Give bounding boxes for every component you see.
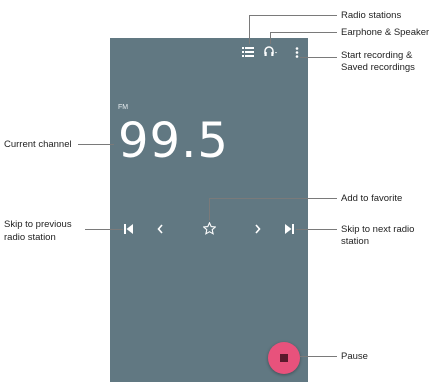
skip-previous-icon[interactable]: [124, 224, 133, 234]
callout-line-recording: [300, 57, 337, 58]
callout-line-current-channel: [78, 144, 114, 145]
callout-earphone-speaker: Earphone & Speaker: [341, 27, 430, 38]
list-icon[interactable]: [242, 47, 254, 57]
callout-line-radio-stations-h: [249, 15, 337, 16]
callout-line-radio-stations: [249, 15, 250, 44]
current-frequency: 99.5: [118, 113, 229, 169]
callout-line-earphone-h: [270, 32, 337, 33]
callout-line-earphone: [270, 32, 271, 44]
pause-button[interactable]: [268, 342, 300, 374]
callout-line-skip-next: [296, 229, 337, 230]
callout-skip-prev-line2: radio station: [4, 232, 56, 243]
callout-recording-line2: Saved recordings: [341, 62, 415, 73]
callout-skip-next-line1: Skip to next radio: [341, 224, 415, 235]
stop-square-icon: [280, 354, 288, 362]
callout-current-channel: Current channel: [4, 139, 72, 150]
headphones-icon[interactable]: [264, 46, 278, 57]
more-vert-icon[interactable]: [295, 47, 299, 58]
band-label: FM: [118, 104, 129, 111]
callout-line-favorite: [209, 198, 210, 220]
callout-line-pause: [300, 356, 337, 357]
chevron-right-icon[interactable]: [255, 224, 261, 234]
callout-line-favorite-h: [209, 198, 337, 199]
callout-skip-next-line2: station: [341, 236, 369, 247]
star-outline-icon[interactable]: [203, 222, 216, 235]
chevron-left-icon[interactable]: [157, 224, 163, 234]
callout-recording-line1: Start recording &: [341, 50, 413, 61]
callout-skip-prev-line1: Skip to previous: [4, 219, 72, 230]
callout-line-skip-prev: [85, 229, 123, 230]
callout-radio-stations: Radio stations: [341, 10, 402, 21]
skip-next-icon[interactable]: [285, 224, 294, 234]
callout-pause: Pause: [341, 351, 368, 362]
callout-add-favorite: Add to favorite: [341, 193, 403, 204]
